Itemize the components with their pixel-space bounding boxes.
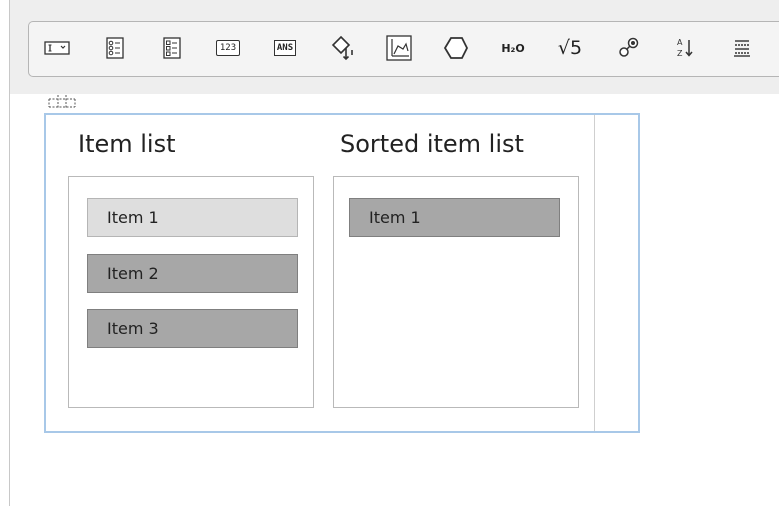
- polygon-icon: [443, 37, 469, 59]
- list-item[interactable]: Item 2: [87, 254, 298, 293]
- list-item[interactable]: Item 3: [87, 309, 298, 348]
- multiple-choice-icon: [106, 37, 124, 59]
- move-handle-icon[interactable]: [47, 94, 77, 110]
- item-list-title: Item list: [78, 130, 176, 158]
- hotspot-icon: [331, 35, 353, 61]
- chemistry-button[interactable]: H₂O: [497, 32, 529, 64]
- list-lines-button[interactable]: [726, 32, 758, 64]
- graph-icon: [386, 35, 412, 61]
- multiple-choice-button[interactable]: [99, 32, 131, 64]
- hotspot-button[interactable]: [327, 32, 359, 64]
- text-entry-icon: [44, 41, 70, 55]
- graph-button[interactable]: [383, 32, 415, 64]
- molecule-icon: [619, 37, 639, 57]
- sorted-list-item[interactable]: Item 1: [349, 198, 560, 237]
- numeric-entry-button[interactable]: 123: [212, 32, 244, 64]
- molecule-button[interactable]: [612, 32, 644, 64]
- checkbox-list-icon: [163, 37, 181, 59]
- checkbox-list-button[interactable]: [156, 32, 188, 64]
- answer-box-icon: ANS: [273, 40, 297, 56]
- numeric-entry-icon: 123: [215, 40, 241, 56]
- math-button[interactable]: √5: [554, 32, 586, 64]
- sorted-list-title: Sorted item list: [340, 130, 524, 158]
- item-list-box: Item 1 Item 2 Item 3: [68, 176, 314, 408]
- sort-button[interactable]: A Z: [669, 32, 701, 64]
- math-sqrt-icon: √5: [557, 37, 583, 59]
- list-item-placeholder[interactable]: Item 1: [87, 198, 298, 237]
- svg-text:A: A: [677, 38, 683, 47]
- sorted-list-box: Item 1: [333, 176, 579, 408]
- sort-icon: A Z: [677, 38, 693, 58]
- chemistry-icon: H₂O: [501, 41, 525, 55]
- polygon-button[interactable]: [440, 32, 472, 64]
- answer-box-button[interactable]: ANS: [269, 32, 301, 64]
- text-entry-button[interactable]: [41, 32, 73, 64]
- svg-text:Z: Z: [677, 49, 683, 58]
- list-lines-icon: [734, 40, 750, 57]
- question-type-toolbar: 123 ANS H₂O √5 A Z: [28, 21, 779, 77]
